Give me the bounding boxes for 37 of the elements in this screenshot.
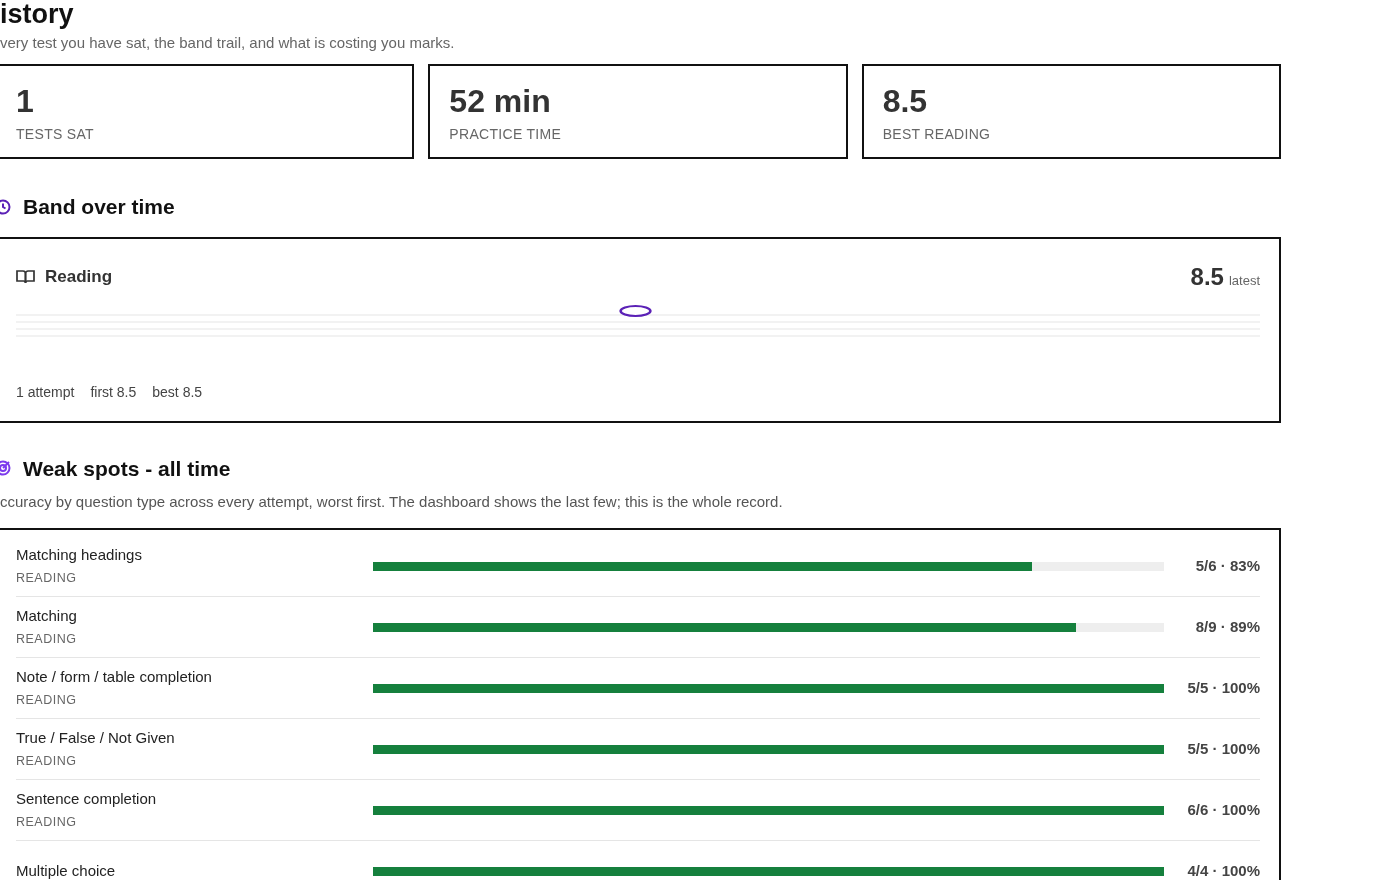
- question-type: Sentence completion: [16, 789, 158, 810]
- section-title: Band over time: [23, 194, 175, 220]
- accuracy-reading: 4/4 · 100%: [1187, 860, 1260, 880]
- question-type: Matching headings: [16, 545, 143, 566]
- book-icon: [16, 268, 35, 285]
- skill-tag: READING: [16, 751, 373, 771]
- attempt-stat: best 8.5: [152, 382, 203, 402]
- stat-value: 8.5: [882, 82, 929, 120]
- stat-value: 52 min: [449, 82, 552, 120]
- accuracy-reading: 5/6 · 83%: [1195, 555, 1260, 576]
- skill-tag: READING: [16, 812, 373, 832]
- section-description: ccuracy by question type across every attempt, worst first. The dashboard shows the last few; this is the whole record.: [0, 492, 784, 512]
- page-title: istory: [0, 0, 75, 29]
- attempt-stat: 1 attempt: [16, 382, 75, 402]
- accuracy-reading: 8/9 · 89%: [1195, 616, 1260, 637]
- stat-label: TESTS SAT: [16, 125, 95, 144]
- attempt-stat: first 8.5: [90, 382, 137, 402]
- skill-name: Reading: [45, 265, 113, 288]
- skill-tag: READING: [16, 629, 373, 649]
- accuracy-reading: 6/6 · 100%: [1187, 799, 1260, 820]
- latest-score: 8.5: [1190, 261, 1224, 292]
- page-subtitle: very test you have sat, the band trail, and what is costing you marks.: [0, 33, 456, 53]
- accuracy-reading: 5/5 · 100%: [1187, 677, 1260, 698]
- question-type: Matching: [16, 606, 78, 627]
- accuracy-reading: 5/5 · 100%: [1187, 738, 1260, 759]
- stat-label: BEST READING: [882, 125, 992, 144]
- question-type: Multiple choice: [16, 860, 117, 880]
- question-type: Note / form / table completion: [16, 667, 213, 688]
- stat-label: PRACTICE TIME: [449, 125, 563, 144]
- skill-tag: READING: [16, 690, 373, 710]
- question-type: True / False / Not Given: [16, 728, 176, 749]
- stat-value: 1: [16, 82, 35, 120]
- target-icon: [0, 460, 11, 477]
- section-title: Weak spots - all time: [23, 455, 231, 482]
- latest-label: latest: [1228, 271, 1260, 290]
- clock-icon: [0, 198, 11, 215]
- skill-tag: READING: [16, 568, 373, 588]
